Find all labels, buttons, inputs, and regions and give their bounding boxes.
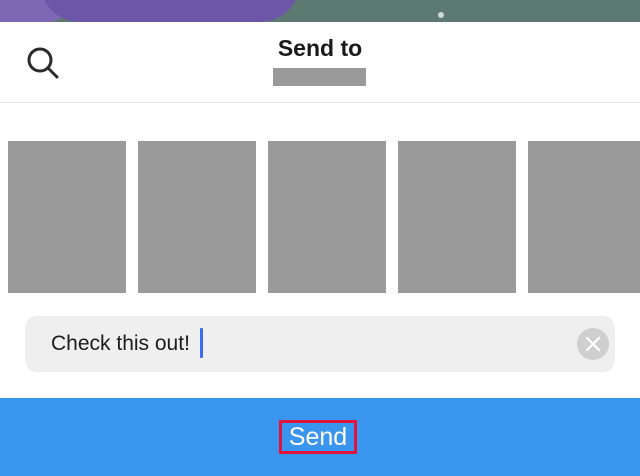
recipient-carousel[interactable] (8, 141, 640, 293)
recipient-tile[interactable] (528, 141, 640, 293)
recipient-tile[interactable] (138, 141, 256, 293)
send-button[interactable]: Send (0, 398, 640, 476)
text-cursor (200, 328, 203, 358)
redacted-subtitle (273, 68, 366, 86)
recipient-tile[interactable] (8, 141, 126, 293)
clear-message-button[interactable] (577, 328, 609, 360)
close-icon (586, 337, 600, 351)
recipient-tile[interactable] (398, 141, 516, 293)
share-sheet: Send to Check this out! Send (0, 22, 640, 476)
message-field[interactable]: Check this out! (25, 316, 615, 372)
recipient-tile[interactable] (268, 141, 386, 293)
background-image-strip (0, 0, 640, 22)
send-label: Send (279, 420, 357, 454)
message-text: Check this out! (51, 332, 190, 355)
page-title: Send to (277, 35, 363, 61)
background-shape (40, 0, 300, 22)
background-shape (438, 12, 444, 18)
share-header: Send to (0, 22, 640, 103)
